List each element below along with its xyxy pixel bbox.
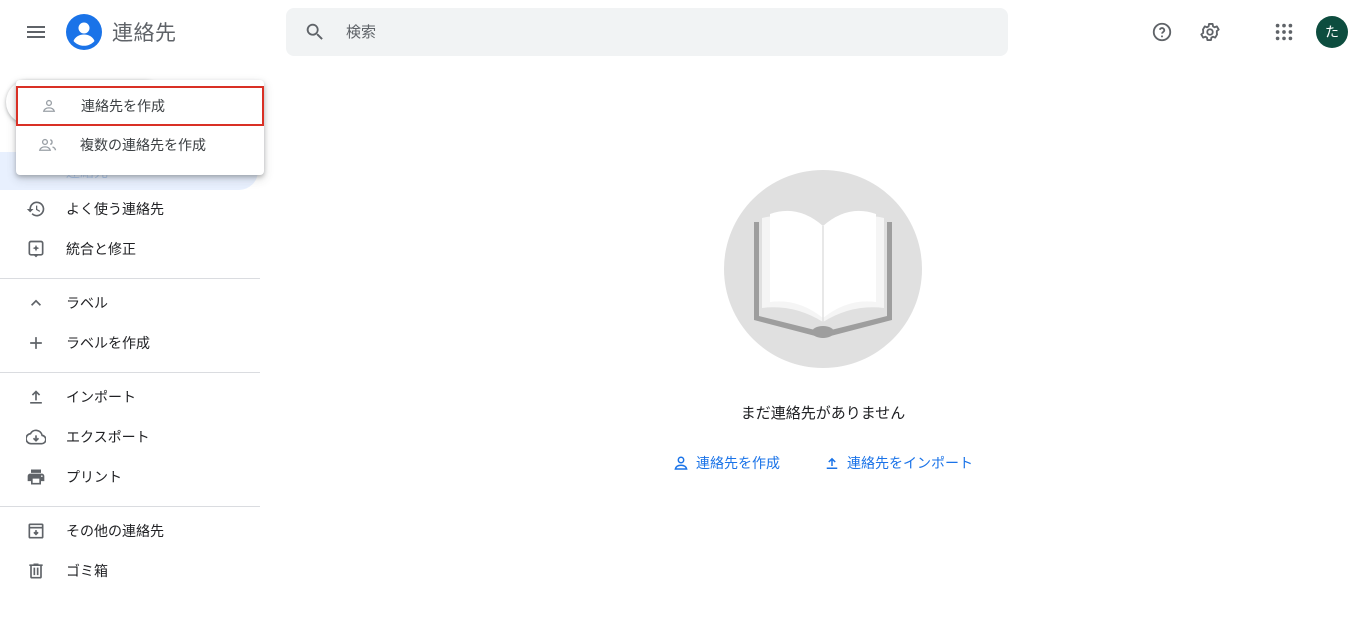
empty-state-message: まだ連絡先がありません [740,404,906,422]
upload-icon [826,457,838,469]
account-avatar[interactable]: た [1316,16,1348,48]
sidebar-item-label: ラベルを作成 [66,336,150,352]
menu-item-create-contact[interactable]: 連絡先を作成 [16,86,264,126]
sidebar-divider [0,506,260,507]
sidebar-item-merge[interactable]: 統合と修正 [0,229,260,269]
trash-icon [29,563,43,579]
help-icon [1152,22,1172,42]
create-label-button[interactable]: ラベルを作成 [0,323,260,363]
create-menu: 連絡先を作成 複数の連絡先を作成 [16,80,264,175]
sidebar-item-label: 統合と修正 [66,242,136,258]
sidebar-item-label: インポート [66,390,136,406]
sidebar-item-label: よく使う連絡先 [66,202,164,218]
create-contact-link[interactable]: 連絡先を作成 [672,452,780,474]
open-book-icon [754,210,892,338]
menu-item-label: 連絡先を作成 [81,99,165,115]
create-contact-link-label: 連絡先を作成 [696,456,780,472]
sidebar-item-label: その他の連絡先 [66,524,164,540]
chevron-up-icon [31,299,41,306]
sidebar-item-label: エクスポート [66,430,150,446]
sidebar-labels-toggle[interactable]: ラベル [0,283,260,323]
contacts-logo[interactable] [66,14,102,50]
person-outline-icon [42,99,56,112]
apps-button[interactable] [1264,12,1304,52]
archive-icon [28,523,44,539]
menu-item-create-multiple[interactable]: 複数の連絡先を作成 [16,125,264,165]
search-icon [306,23,323,40]
import-contacts-link-label: 連絡先をインポート [847,456,973,472]
sidebar-divider [0,372,260,373]
plus-icon [30,337,42,349]
sidebar-item-trash[interactable]: ゴミ箱 [0,551,260,591]
top-app-bar: 連絡先 た [0,0,1366,64]
search-input[interactable] [344,23,944,41]
import-contacts-link[interactable]: 連絡先をインポート [823,452,973,474]
app-title: 連絡先 [112,21,177,45]
history-icon [26,201,45,217]
contacts-logo-icon [66,14,102,50]
main-menu-button[interactable] [16,12,56,52]
sidebar-item-label: ゴミ箱 [66,564,108,580]
menu-item-label: 複数の連絡先を作成 [80,138,206,154]
sidebar-item-import[interactable]: インポート [0,377,260,417]
merge-fix-icon [28,240,44,258]
apps-grid-icon [1275,23,1293,41]
settings-icon [1200,23,1220,41]
sidebar-item-other-contacts[interactable]: その他の連絡先 [0,511,260,551]
settings-button[interactable] [1190,12,1230,52]
search-bar[interactable] [286,8,1008,56]
help-button[interactable] [1142,12,1182,52]
sidebar-item-export[interactable]: エクスポート [0,417,260,457]
cloud-download-icon [26,429,46,445]
printer-icon [27,469,45,485]
search-button[interactable] [286,8,344,56]
people-outline-icon [38,138,57,151]
sidebar-item-print[interactable]: プリント [0,457,260,497]
upload-icon [30,390,42,404]
sidebar-divider [0,278,260,279]
sidebar-item-label: プリント [66,470,122,486]
sidebar-item-frequent[interactable]: よく使う連絡先 [0,189,260,229]
labels-section-title: ラベル [66,296,108,312]
empty-contacts-illustration [724,170,922,368]
hamburger-menu-icon [27,26,45,38]
person-icon [674,456,688,470]
